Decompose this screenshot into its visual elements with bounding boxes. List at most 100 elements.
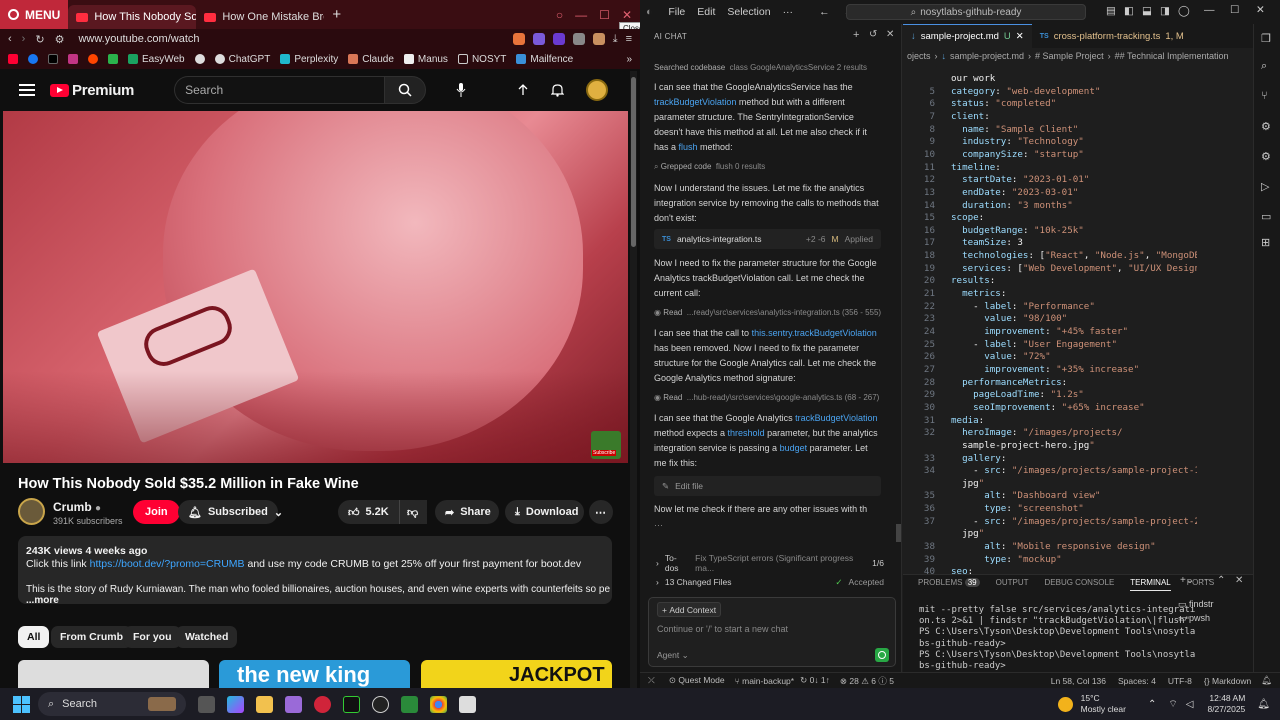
code-line[interactable]: jpg" [951, 478, 984, 491]
forward-icon[interactable]: › [22, 33, 26, 45]
profile-icon[interactable] [592, 33, 605, 45]
tool-call-read[interactable]: ◉ Read ...ready\src\services\analytics-i… [654, 308, 881, 317]
toggle-sidebar-icon[interactable]: ◧ [1124, 5, 1134, 17]
settings-gear-icon[interactable]: ⚙ [1261, 120, 1271, 133]
close-window-icon[interactable]: ✕ [622, 8, 632, 22]
windows-start-icon[interactable] [13, 695, 30, 713]
bookmark-facebook[interactable] [28, 54, 38, 64]
youtube-premium-logo[interactable]: Premium [50, 82, 134, 99]
code-line[interactable]: sample-project-hero.jpg" [951, 440, 1095, 453]
extensions-icon[interactable]: ⚙ [1261, 150, 1271, 163]
back-icon[interactable]: ‹ [8, 33, 12, 45]
code-line[interactable]: performanceMetrics: [951, 377, 1067, 390]
recommended-thumbnail[interactable] [18, 660, 209, 688]
copilot-icon[interactable] [227, 695, 244, 713]
code-line[interactable]: timeline: [951, 162, 1001, 175]
bookmark-reddit[interactable] [88, 54, 98, 64]
reload-icon[interactable]: ↻ [35, 33, 44, 46]
tray-overflow-icon[interactable]: ⌃ [1148, 699, 1156, 710]
code-line[interactable]: metrics: [951, 288, 1006, 301]
chip-watched[interactable]: Watched [176, 626, 238, 648]
search-input[interactable]: Search [174, 76, 385, 104]
close-tab-icon[interactable]: ✕ [1016, 31, 1024, 42]
code-line[interactable]: budgetRange: "10k-25k" [951, 225, 1084, 238]
code-line[interactable]: alt: "Dashboard view" [951, 490, 1100, 503]
channel-avatar[interactable] [18, 498, 45, 525]
extension-icon[interactable] [512, 33, 525, 45]
clock[interactable]: 12:48 AM 8/27/2025 [1207, 693, 1245, 715]
menu-file[interactable]: File [668, 6, 685, 18]
problems-item[interactable]: ⊗ 28 ⚠ 6 ⓘ 5 [840, 675, 894, 687]
more-bookmarks-icon[interactable]: » [626, 54, 632, 65]
bookmark-chatgpt[interactable]: ChatGPT [214, 54, 270, 65]
bookmark-play[interactable] [108, 54, 118, 64]
bookmark-manus[interactable]: Manus [403, 54, 448, 65]
minimize-icon[interactable]: — [575, 8, 587, 22]
url-field[interactable]: www.youtube.com/watch [78, 33, 199, 45]
bookmark-mailfence[interactable]: Mailfence [516, 54, 573, 65]
code-line[interactable]: duration: "3 months" [951, 200, 1073, 213]
tab-problems[interactable]: PROBLEMS 39 [918, 578, 980, 591]
more-actions-button[interactable]: ⋯ [589, 500, 613, 524]
code-line[interactable]: gallery: [951, 453, 1006, 466]
remote-indicator-icon[interactable]: ⤫ [648, 675, 655, 686]
extensions-blocks-icon[interactable]: ⊞ [1261, 236, 1270, 249]
show-more-link[interactable]: ...more [26, 595, 59, 606]
code-line[interactable]: alt: "Mobile responsive design" [951, 541, 1156, 554]
tab-debug-console[interactable]: DEBUG CONSOLE [1045, 578, 1115, 591]
source-control-icon[interactable]: ⑂ [1261, 90, 1268, 102]
task-view-icon[interactable] [198, 695, 215, 713]
code-line[interactable]: status: "completed" [951, 98, 1056, 111]
breadcrumb-item[interactable]: sample-project.md [950, 51, 1024, 61]
extension-icon[interactable] [532, 33, 545, 45]
menu-edit[interactable]: Edit [697, 6, 715, 18]
chip-all[interactable]: All [18, 626, 50, 648]
nav-back-icon[interactable]: ← [819, 6, 830, 18]
weather-widget[interactable]: 15°C Mostly clear [1081, 693, 1126, 715]
download-icon[interactable]: ⤓ [613, 33, 618, 46]
hamburger-menu-icon[interactable] [19, 84, 35, 96]
code-line[interactable]: seoImprovement: "+65% increase" [951, 402, 1145, 415]
notifications-bell-icon[interactable]: 🔔︎ [1261, 675, 1272, 686]
code-line[interactable]: endDate: "2023-03-01" [951, 187, 1078, 200]
breadcrumb-item[interactable]: # Sample Project [1035, 51, 1104, 61]
code-line[interactable]: - label: "User Engagement" [951, 339, 1117, 352]
code-ref-link[interactable]: trackBudgetViolation [795, 413, 877, 423]
network-icon[interactable]: ⌔ [1168, 698, 1177, 711]
code-ref-link[interactable]: trackBudgetViolation [654, 97, 736, 107]
code-line[interactable]: media: [951, 415, 984, 428]
code-line[interactable]: industry: "Technology" [951, 136, 1084, 149]
browser-menu-button[interactable]: MENU [0, 0, 69, 29]
video-player[interactable]: Subscribe [3, 111, 628, 463]
close-icon[interactable]: ✕ [1256, 4, 1265, 16]
share-button[interactable]: ➦ Share [435, 500, 499, 524]
code-line[interactable]: name: "Sample Client" [951, 124, 1078, 137]
code-line[interactable]: value: "98/100" [951, 313, 1067, 326]
code-line[interactable]: jpg" [951, 528, 984, 541]
code-line[interactable]: type: "screenshot" [951, 503, 1084, 516]
tab-terminal[interactable]: TERMINAL [1130, 578, 1171, 591]
applied-file-card[interactable]: TS analytics-integration.ts +2 -6 M Appl… [654, 229, 881, 249]
chip-for-you[interactable]: For you [124, 626, 181, 648]
indentation[interactable]: Spaces: 4 [1118, 676, 1156, 686]
layout-icon[interactable]: ▤ [1106, 5, 1116, 17]
github-icon[interactable] [372, 695, 389, 713]
site-info-icon[interactable]: ⚙ [55, 33, 65, 46]
browser-menu-icon[interactable]: ≡ [626, 33, 632, 45]
code-line[interactable]: results: [951, 275, 995, 288]
code-line[interactable]: type: "mockup" [951, 554, 1061, 567]
todos-row[interactable]: › To-dos Fix TypeScript errors (Signific… [648, 553, 892, 573]
recommended-thumbnail[interactable]: the new king [219, 660, 410, 688]
changed-files-row[interactable]: › 13 Changed Files ✓ Accepted [648, 574, 892, 590]
tab-cross-platform-tracking[interactable]: TS cross-platform-tracking.ts 1, M [1032, 24, 1192, 48]
upload-icon[interactable] [517, 84, 529, 96]
toggle-panel-icon[interactable]: ⬓ [1142, 5, 1152, 17]
tool-call-search[interactable]: Searched codebase class GoogleAnalyticsS… [654, 63, 867, 72]
bookmark-wordpress[interactable] [194, 54, 205, 64]
search-button[interactable] [384, 76, 427, 104]
code-line[interactable]: scope: [951, 212, 984, 225]
command-center[interactable]: ⌕ nosytlabs-github-ready [846, 4, 1086, 20]
code-line[interactable]: pageLoadTime: "1.2s" [951, 389, 1084, 402]
language-mode[interactable]: {} Markdown [1204, 676, 1251, 686]
code-line[interactable]: our work [951, 73, 995, 86]
